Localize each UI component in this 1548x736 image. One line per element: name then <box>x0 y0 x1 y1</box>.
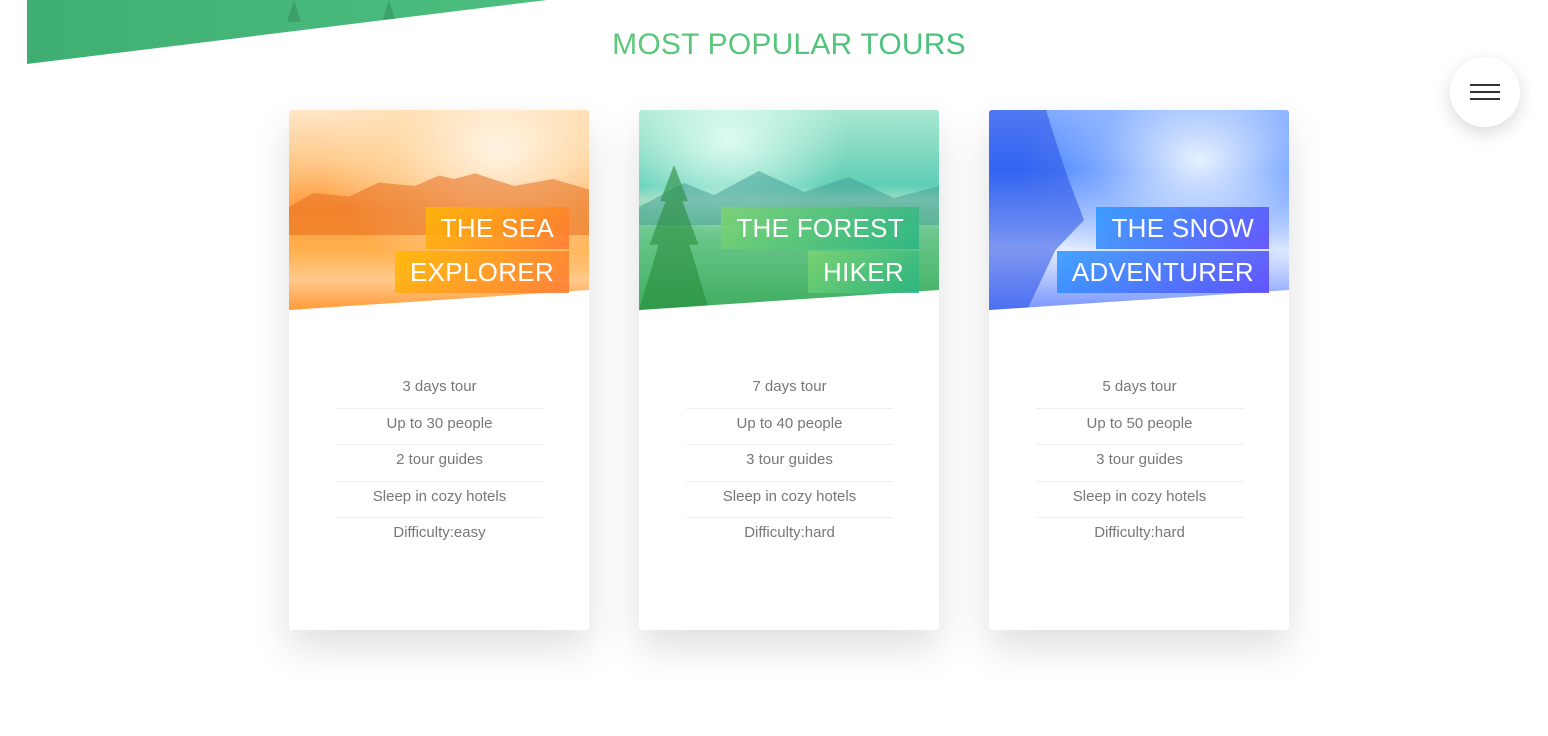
tour-card-heading-line: THE FOREST <box>721 207 919 249</box>
tour-detail-item: Difficulty:hard <box>744 524 835 541</box>
tour-detail-item: 3 tour guides <box>1036 445 1243 482</box>
tour-detail-item: 2 tour guides <box>336 445 543 482</box>
tour-detail-item: Sleep in cozy hotels <box>686 482 893 518</box>
tour-card-heading: THE SEA EXPLORER <box>394 206 569 294</box>
tour-card-forest-hiker[interactable]: THE FOREST HIKER 7 days tour Up to 40 pe… <box>639 110 939 630</box>
tour-card-heading-line: ADVENTURER <box>1056 251 1269 293</box>
page: MOST POPULAR TOURS THE SEA EXPLORER 3 da… <box>0 0 1548 736</box>
tour-card-heading-line: HIKER <box>808 251 919 293</box>
tour-card-heading: THE FOREST HIKER <box>721 206 919 294</box>
tour-card-details: 7 days tour Up to 40 people 3 tour guide… <box>686 372 893 555</box>
section-title: MOST POPULAR TOURS <box>0 28 1548 62</box>
menu-button[interactable] <box>1450 57 1520 127</box>
tour-detail-item: Up to 40 people <box>686 409 893 445</box>
tour-detail-item: Difficulty:easy <box>393 524 486 541</box>
tour-detail-item: 3 tour guides <box>686 445 893 482</box>
tour-detail-item: Up to 50 people <box>1036 409 1243 445</box>
tour-detail-item: Difficulty:hard <box>1094 524 1185 541</box>
tour-detail-item: Up to 30 people <box>336 409 543 445</box>
tour-card-sea-explorer[interactable]: THE SEA EXPLORER 3 days tour Up to 30 pe… <box>289 110 589 630</box>
tour-card-heading-line: EXPLORER <box>394 251 569 293</box>
tree-decoration <box>382 0 396 22</box>
tour-detail-item: 5 days tour <box>1036 372 1243 409</box>
tree-decoration <box>639 165 709 310</box>
hamburger-menu-icon <box>1470 91 1500 93</box>
hamburger-menu-icon <box>1470 84 1500 86</box>
tour-card-details: 5 days tour Up to 50 people 3 tour guide… <box>1036 372 1243 555</box>
tour-detail-item: 3 days tour <box>336 372 543 409</box>
tour-card-heading: THE SNOW ADVENTURER <box>1056 206 1269 294</box>
tour-card-heading-line: THE SNOW <box>1096 207 1269 249</box>
hamburger-menu-icon <box>1470 98 1500 100</box>
tour-detail-item: 7 days tour <box>686 372 893 409</box>
tour-detail-item: Sleep in cozy hotels <box>1036 482 1243 518</box>
tour-detail-item: Sleep in cozy hotels <box>336 482 543 518</box>
tree-decoration <box>287 0 301 22</box>
tour-card-details: 3 days tour Up to 30 people 2 tour guide… <box>336 372 543 555</box>
tour-card-heading-line: THE SEA <box>425 207 569 249</box>
tour-card-snow-adventurer[interactable]: THE SNOW ADVENTURER 5 days tour Up to 50… <box>989 110 1289 630</box>
